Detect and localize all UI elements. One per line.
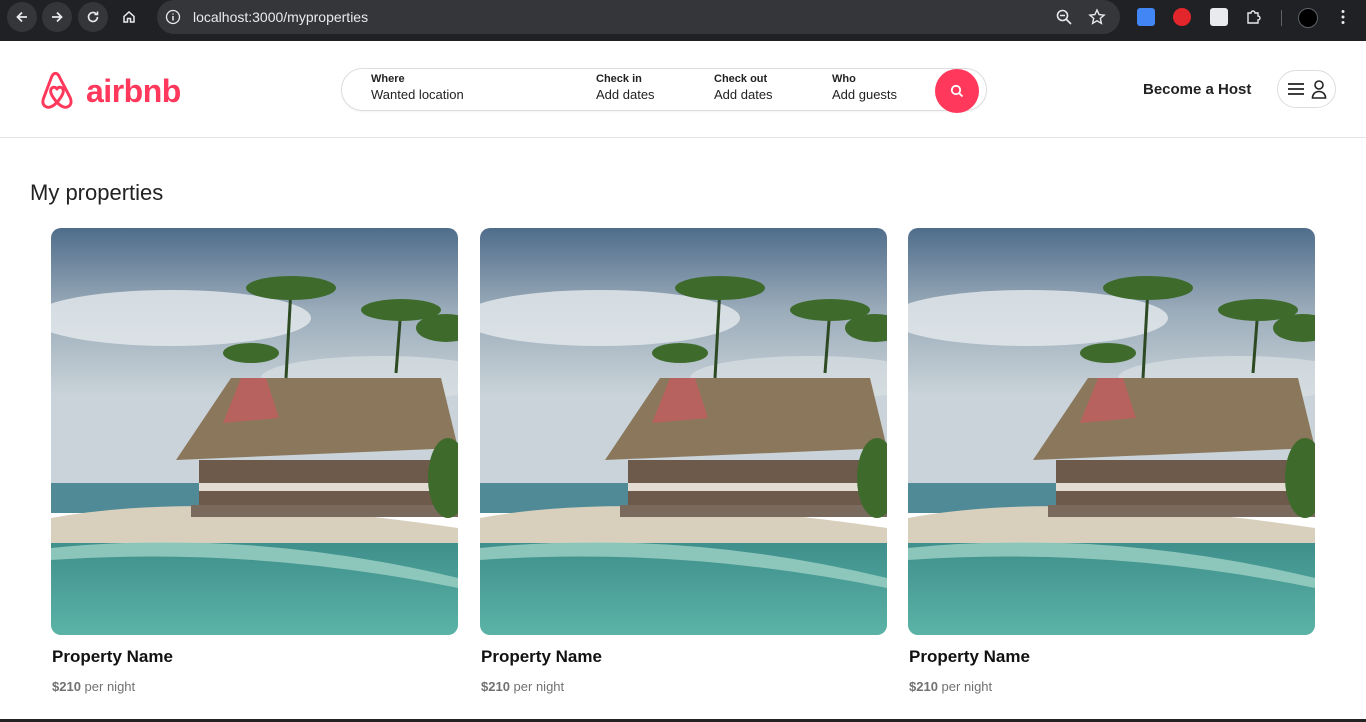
reload-icon [87, 11, 99, 23]
user-icon [1311, 80, 1326, 99]
search-where-field[interactable]: Where Wanted location [371, 73, 464, 102]
where-label: Where [371, 73, 405, 85]
profile-avatar[interactable] [1298, 8, 1318, 28]
search-checkin-field[interactable]: Check in Add dates [596, 73, 655, 102]
page-title: My properties [30, 180, 164, 205]
price-unit: per night [84, 679, 136, 694]
reload-button[interactable] [78, 2, 108, 32]
home-button[interactable] [114, 2, 144, 32]
search-bar[interactable]: Where Wanted location Check in Add dates… [341, 68, 987, 113]
airbnb-logo[interactable]: airbnb [32, 67, 181, 115]
toolbar-divider [1281, 10, 1282, 26]
translate-extension-icon[interactable] [1137, 8, 1155, 26]
home-icon [123, 10, 135, 23]
back-button[interactable] [7, 2, 37, 32]
beach-hut-image [51, 228, 458, 635]
user-menu-button[interactable] [1277, 70, 1336, 108]
property-card[interactable]: Property Name $210 per night [51, 228, 458, 694]
price-unit: per night [513, 679, 565, 694]
zoom-icon[interactable] [1055, 8, 1073, 26]
kebab-menu-icon[interactable] [1334, 8, 1352, 26]
airbnb-logo-icon [41, 71, 73, 109]
who-label: Who [832, 73, 856, 85]
property-name: Property Name [909, 647, 1030, 666]
browser-toolbar: localhost:3000/myproperties [0, 0, 1366, 41]
search-button[interactable] [935, 69, 979, 113]
arrow-right-icon [52, 11, 63, 23]
price-amount: $210 [52, 679, 81, 694]
qr-extension-icon[interactable] [1210, 8, 1228, 26]
price-amount: $210 [909, 679, 938, 694]
search-icon [950, 84, 964, 98]
property-card[interactable]: Property Name $210 per night [908, 228, 1315, 694]
search-who-field[interactable]: Who Add guests [832, 73, 897, 102]
bookmark-star-icon[interactable] [1088, 8, 1106, 26]
site-header: airbnb Where Wanted location Check in Ad… [0, 41, 1366, 138]
property-card[interactable]: Property Name $210 per night [480, 228, 887, 694]
who-value: Add guests [832, 87, 898, 102]
checkin-value: Add dates [596, 87, 655, 102]
adblock-extension-icon[interactable] [1173, 8, 1191, 26]
property-photo[interactable] [51, 228, 458, 635]
become-host-link[interactable]: Become a Host [1143, 81, 1251, 98]
where-value: Wanted location [371, 87, 464, 102]
checkin-label: Check in [596, 73, 642, 85]
property-photo[interactable] [908, 228, 1315, 635]
price-amount: $210 [481, 679, 510, 694]
property-name: Property Name [52, 647, 173, 666]
property-price: $210 per night [481, 679, 887, 694]
forward-button[interactable] [42, 2, 72, 32]
property-photo[interactable] [480, 228, 887, 635]
beach-hut-image [908, 228, 1315, 635]
property-price: $210 per night [909, 679, 1315, 694]
hamburger-menu-icon [1287, 83, 1304, 95]
beach-hut-image [480, 228, 887, 635]
extensions-puzzle-icon[interactable] [1245, 8, 1263, 26]
property-price: $210 per night [52, 679, 458, 694]
price-unit: per night [941, 679, 993, 694]
info-icon[interactable] [165, 9, 181, 25]
address-bar[interactable]: localhost:3000/myproperties [157, 0, 1120, 34]
checkout-value: Add dates [714, 87, 773, 102]
checkout-label: Check out [714, 73, 768, 85]
search-checkout-field[interactable]: Check out Add dates [714, 73, 773, 102]
arrow-left-icon [16, 11, 27, 23]
property-name: Property Name [481, 647, 602, 666]
logo-wordmark: airbnb [86, 72, 181, 109]
url-text: localhost:3000/myproperties [193, 9, 369, 25]
